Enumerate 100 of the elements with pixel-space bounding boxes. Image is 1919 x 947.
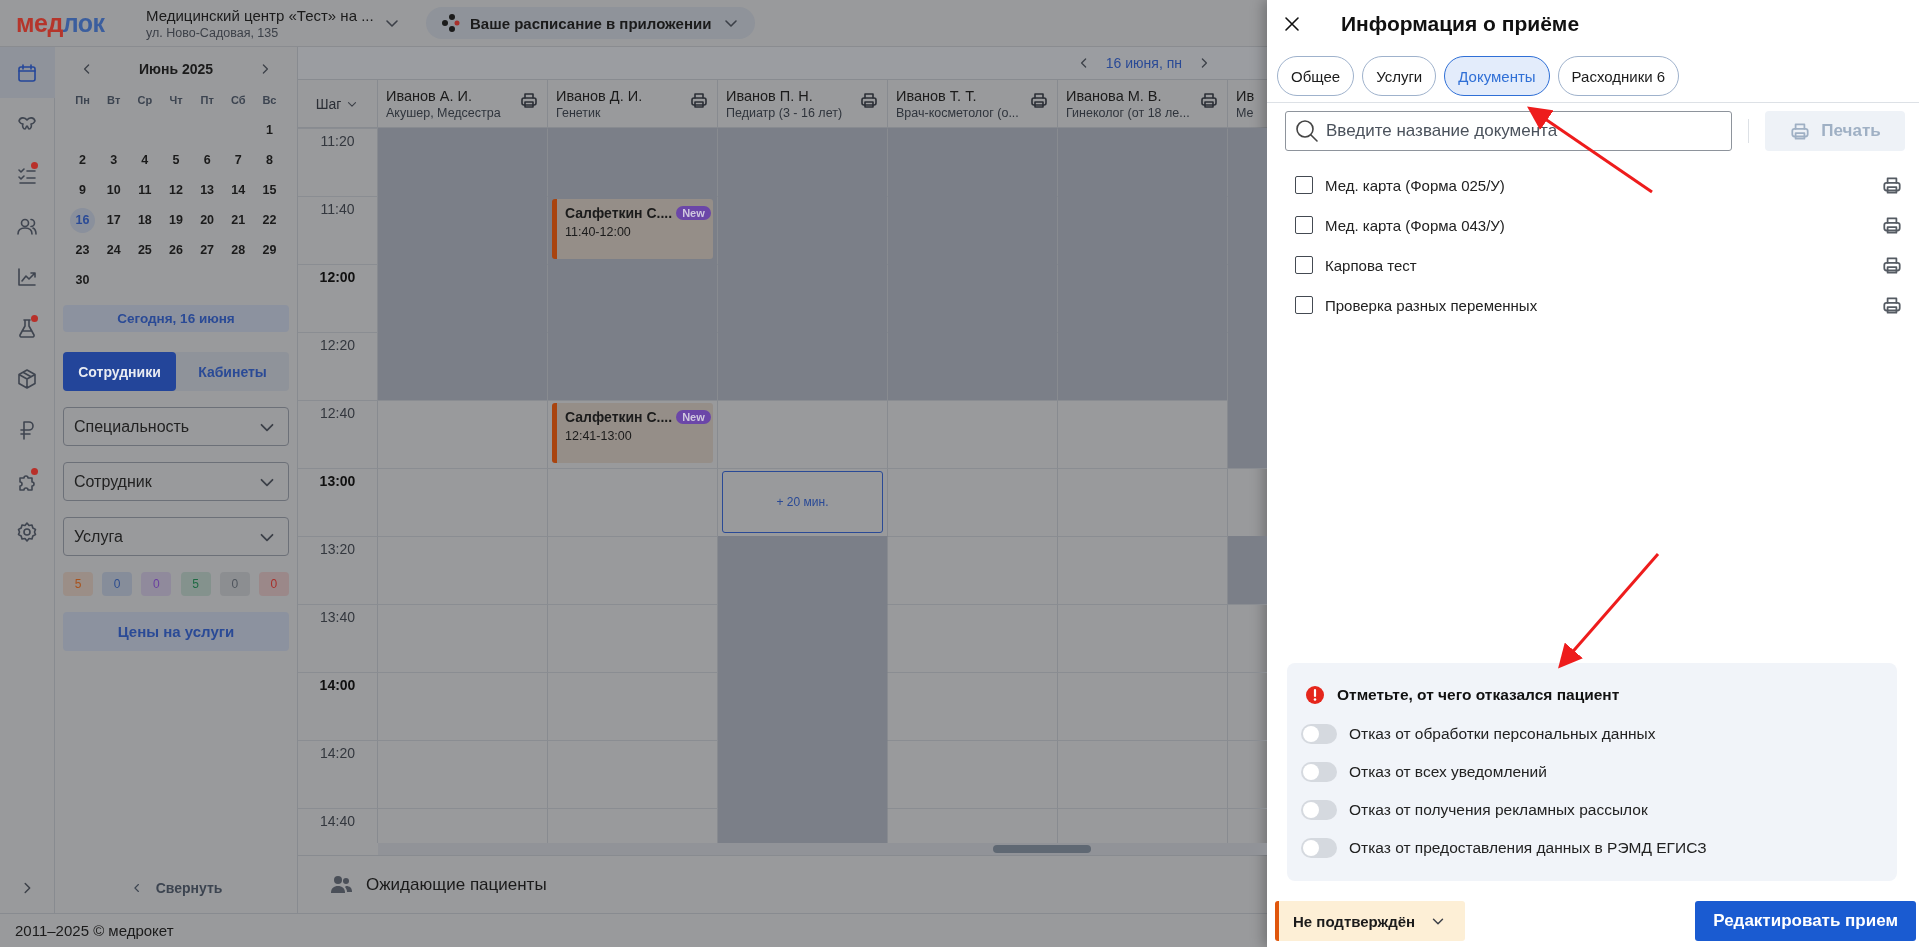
app-promo-button[interactable]: Ваше расписание в приложении: [426, 7, 756, 39]
search-field[interactable]: Введите название документа: [1285, 111, 1732, 151]
calendar-day[interactable]: 2: [70, 148, 96, 173]
staff-specialty: Врач-косметолог (о...: [896, 106, 1019, 120]
calendar-day[interactable]: 25: [132, 238, 158, 263]
calendar-day[interactable]: 5: [163, 148, 189, 173]
calendar-day[interactable]: 7: [225, 148, 251, 173]
collapse-button[interactable]: Свернуть: [63, 863, 289, 913]
staff-name: Иванов Т. Т.: [896, 88, 978, 104]
calendar-day[interactable]: 9: [70, 178, 96, 203]
time-slot[interactable]: [1058, 604, 1228, 672]
calendar-day[interactable]: 29: [256, 238, 282, 263]
clinic-selector[interactable]: Медицинский центр «Тест» на ... ул. Ново-Садовая, 135: [146, 6, 416, 40]
calendar-day[interactable]: 3: [101, 148, 127, 173]
time-slot[interactable]: [548, 468, 718, 536]
calendar-day[interactable]: 4: [132, 148, 158, 173]
calendar-day[interactable]: 24: [101, 238, 127, 263]
staff-name: Иванов П. Н.: [726, 88, 814, 104]
tab[interactable]: Общее: [1277, 56, 1355, 96]
toggle-switch[interactable]: [1301, 762, 1337, 782]
time-slot[interactable]: [888, 468, 1058, 536]
calendar-day[interactable]: 8: [256, 148, 282, 173]
dropdown-field[interactable]: Услуга: [63, 517, 289, 556]
time-label: 14:40: [319, 812, 355, 831]
calendar-day[interactable]: 18: [132, 208, 158, 233]
weekday-label: Вт: [106, 93, 122, 108]
time-slot[interactable]: [718, 400, 888, 468]
calendar-day[interactable]: 13: [194, 178, 220, 203]
appointment-time: 11:40-12:00: [565, 225, 632, 239]
document-name: Мед. карта (Форма 043/У): [1325, 216, 1506, 234]
printer-icon[interactable]: [859, 90, 879, 110]
tab[interactable]: Расходники 6: [1557, 56, 1680, 96]
calendar-day[interactable]: 23: [70, 238, 96, 263]
waiting-patients-bar[interactable]: Ожидающие пациенты: [298, 855, 1267, 913]
horizontal-scrollbar[interactable]: [378, 843, 1267, 855]
calendar-day[interactable]: 21: [225, 208, 251, 233]
calendar-day[interactable]: 26: [163, 238, 189, 263]
calendar-day[interactable]: 20: [194, 208, 220, 233]
time-label: 12:40: [319, 404, 355, 423]
edit-button[interactable]: Редактировать прием: [1695, 901, 1916, 941]
settings-icon: [16, 520, 38, 543]
status-dropdown[interactable]: Не подтверждён: [1275, 901, 1466, 941]
new-badge: New: [676, 206, 711, 220]
time-slot[interactable]: [378, 400, 548, 468]
time-label: 14:00: [319, 676, 356, 695]
calendar-day[interactable]: 11: [132, 178, 158, 203]
staff-specialty: Ме: [1236, 106, 1255, 120]
checkbox[interactable]: [1295, 296, 1313, 314]
checkbox[interactable]: [1295, 216, 1313, 234]
dropdown-field[interactable]: Специальность: [63, 407, 289, 446]
appointment-card[interactable]: Салфеткин С.... New 11:40-12:00: [552, 199, 713, 259]
weekday-label: Пн: [74, 93, 91, 108]
calendar-day[interactable]: 28: [225, 238, 251, 263]
calendar-day[interactable]: 10: [101, 178, 127, 203]
printer-icon[interactable]: [689, 90, 709, 110]
calendar-day[interactable]: 12: [163, 178, 189, 203]
weekday-label: Вс: [261, 93, 278, 108]
view-tab[interactable]: Сотрудники: [63, 352, 176, 391]
month-title: Июнь 2025: [138, 61, 214, 77]
time-slot[interactable]: [888, 672, 1058, 740]
checkbox[interactable]: [1295, 256, 1313, 274]
dropdown-field[interactable]: Сотрудник: [63, 462, 289, 501]
cube-icon: [16, 367, 38, 390]
scrollbar-thumb[interactable]: [993, 845, 1091, 853]
time-slot[interactable]: [888, 740, 1058, 808]
time-label: 13:00: [319, 472, 356, 491]
toggle-label: Отказ от получения рекламных рассылок: [1349, 801, 1648, 819]
tab[interactable]: Услуги: [1362, 56, 1437, 96]
alert-icon: [1305, 685, 1325, 705]
date-label[interactable]: 16 июня, пн: [1105, 55, 1182, 71]
calendar-day[interactable]: 1: [256, 118, 282, 143]
staff-specialty: Гинеколог (от 18 ле...: [1066, 106, 1190, 120]
time-slot[interactable]: [888, 400, 1058, 468]
calendar-day[interactable]: 14: [225, 178, 251, 203]
printer-icon[interactable]: [519, 90, 539, 110]
calendar-day[interactable]: 6: [194, 148, 220, 173]
patient-name: Салфеткин С....: [565, 205, 673, 221]
printer-icon[interactable]: [1199, 90, 1219, 110]
calendar-icon: [16, 61, 38, 84]
checkbox[interactable]: [1295, 176, 1313, 194]
toggle-switch[interactable]: [1301, 724, 1337, 744]
step-selector[interactable]: Шаг: [298, 80, 378, 128]
time-slot[interactable]: [888, 536, 1058, 604]
time-slot[interactable]: [888, 604, 1058, 672]
toggle-switch[interactable]: [1301, 838, 1337, 858]
calendar-day[interactable]: 17: [101, 208, 127, 233]
document-name: Проверка разных переменных: [1325, 296, 1539, 314]
tab[interactable]: Документы: [1444, 56, 1550, 96]
printer-icon[interactable]: [1029, 90, 1049, 110]
calendar-day[interactable]: 30: [70, 268, 96, 293]
calendar-day[interactable]: 19: [163, 208, 189, 233]
time-slot[interactable]: [1058, 468, 1228, 536]
toggle-label: Отказ от всех уведомлений: [1349, 763, 1547, 781]
calendar-day[interactable]: 27: [194, 238, 220, 263]
copyright-text: 2011–2025 © медрокет: [0, 913, 1267, 947]
calendar-day[interactable]: 22: [256, 208, 282, 233]
close-icon[interactable]: [1283, 15, 1301, 33]
toggle-switch[interactable]: [1301, 800, 1337, 820]
nav-item[interactable]: [0, 47, 55, 98]
calendar-day[interactable]: 15: [256, 178, 282, 203]
